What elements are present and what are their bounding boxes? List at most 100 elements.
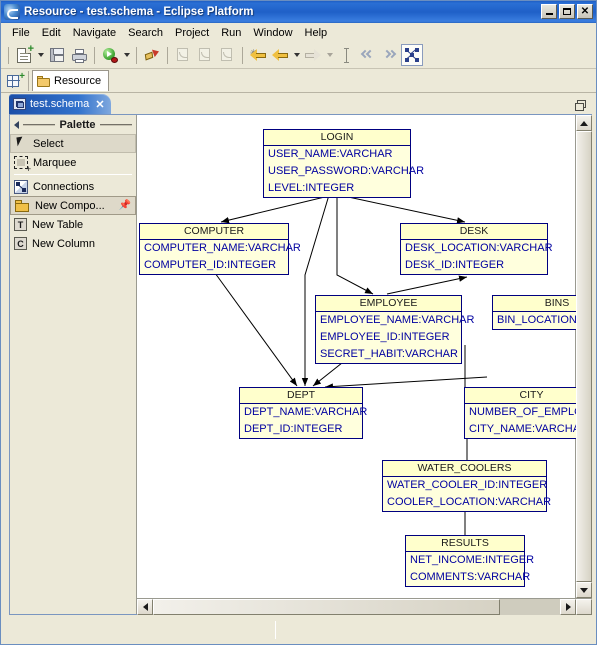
entity-computer[interactable]: COMPUTER COMPUTER_NAME:VARCHAR COMPUTER_… <box>139 223 301 275</box>
forward-dropdown <box>324 44 335 66</box>
next-annotation-icon <box>379 44 401 66</box>
entity-attribute[interactable]: COMPUTER_NAME:VARCHAR <box>140 240 301 257</box>
entity-dept[interactable]: DEPT DEPT_NAME:VARCHAR DEPT_ID:INTEGER <box>239 387 367 439</box>
new-wizard-dropdown[interactable] <box>35 44 46 66</box>
perspective-tab-resource[interactable]: Resource <box>32 70 110 91</box>
entity-login[interactable]: LOGIN USER_NAME:VARCHAR USER_PASSWORD:VA… <box>263 129 424 198</box>
entity-attribute[interactable]: EMPLOYEE_ID:INTEGER <box>316 329 461 346</box>
menu-navigate[interactable]: Navigate <box>67 25 122 41</box>
entity-water-coolers[interactable]: WATER_COOLERS WATER_COOLER_ID:INTEGER CO… <box>382 460 551 512</box>
scroll-down-arrow[interactable] <box>576 582 592 598</box>
layout-graph-icon[interactable] <box>401 44 423 66</box>
print-icon[interactable] <box>68 44 90 66</box>
back-dropdown[interactable] <box>291 44 302 66</box>
menu-search[interactable]: Search <box>122 25 169 41</box>
external-tools-icon[interactable] <box>141 44 163 66</box>
entity-results[interactable]: RESULTS NET_INCOME:INTEGER COMMENTS:VARC… <box>405 535 534 587</box>
entity-title: BINS <box>493 296 576 312</box>
entity-attribute[interactable]: COMMENTS:VARCHAR <box>406 569 530 586</box>
entity-attribute[interactable]: COOLER_LOCATION:VARCHAR <box>383 494 551 511</box>
scroll-left-arrow[interactable] <box>137 599 153 615</box>
palette-item-new-table[interactable]: T New Table <box>10 215 136 234</box>
table-icon: T <box>14 218 27 231</box>
search-last-icon <box>216 44 238 66</box>
close-icon[interactable]: ✕ <box>95 98 104 111</box>
entity-attribute[interactable]: COMPUTER_ID:INTEGER <box>140 257 288 274</box>
diagram-canvas[interactable]: LOGIN USER_NAME:VARCHAR USER_PASSWORD:VA… <box>137 115 576 598</box>
entity-title: COMPUTER <box>140 224 288 240</box>
entity-employee[interactable]: EMPLOYEE EMPLOYEE_NAME:VARCHAR EMPLOYEE_… <box>315 295 474 364</box>
entity-attribute[interactable]: DEPT_ID:INTEGER <box>240 421 362 438</box>
menu-file[interactable]: File <box>6 25 36 41</box>
title-bar: Resource - test.schema - Eclipse Platfor… <box>1 1 596 23</box>
back-icon[interactable] <box>269 44 291 66</box>
search-next-icon <box>194 44 216 66</box>
run-icon[interactable] <box>99 44 121 66</box>
folder-icon <box>37 75 51 87</box>
minimize-button[interactable] <box>541 4 557 19</box>
collapse-arrow-icon[interactable] <box>14 120 19 129</box>
close-button[interactable]: ✕ <box>577 4 593 19</box>
palette-item-new-column[interactable]: C New Column <box>10 234 136 253</box>
entity-attribute[interactable]: EMPLOYEE_NAME:VARCHAR <box>316 312 474 329</box>
back-history-icon[interactable]: ✳ <box>247 44 269 66</box>
entity-attribute[interactable]: USER_NAME:VARCHAR <box>264 146 410 163</box>
run-dropdown[interactable] <box>121 44 132 66</box>
entity-attribute[interactable]: DEPT_NAME:VARCHAR <box>240 404 367 421</box>
perspective-tab-label: Resource <box>54 75 102 87</box>
entity-attribute[interactable]: DESK_LOCATION:VARCHAR <box>401 240 553 257</box>
open-perspective-icon[interactable]: + <box>5 71 25 91</box>
menu-help[interactable]: Help <box>299 25 334 41</box>
palette-item-marquee[interactable]: + Marquee <box>10 153 136 174</box>
save-icon[interactable] <box>46 44 68 66</box>
horizontal-scroll-thumb[interactable] <box>153 599 500 615</box>
search-previous-icon <box>172 44 194 66</box>
entity-attribute[interactable]: NET_INCOME:INTEGER <box>406 552 534 569</box>
editor-tab-row: test.schema ✕ <box>9 94 594 114</box>
vertical-scroll-thumb[interactable] <box>576 131 592 582</box>
palette-item-label: New Column <box>32 237 95 250</box>
entity-attribute[interactable]: WATER_COOLER_ID:INTEGER <box>383 477 547 494</box>
horizontal-scrollbar[interactable] <box>137 598 592 615</box>
entity-attribute[interactable]: SECRET_HABIT:VARCHAR <box>316 346 461 363</box>
editor-area: Palette Select + Marquee Connections New… <box>9 114 592 615</box>
editor-tab-label: test.schema <box>30 98 90 110</box>
entity-bins[interactable]: BINS BIN_LOCATION:INTEGER <box>492 295 576 330</box>
menu-edit[interactable]: Edit <box>36 25 67 41</box>
editor-tab-test-schema[interactable]: test.schema ✕ <box>9 94 111 114</box>
pin-icon[interactable]: 📌 <box>119 201 131 211</box>
entity-city[interactable]: CITY NUMBER_OF_EMPLOYEES:INTEGER CITY_NA… <box>464 387 576 439</box>
eclipse-window: Resource - test.schema - Eclipse Platfor… <box>0 0 597 645</box>
entity-attribute[interactable]: BIN_LOCATION:INTEGER <box>493 312 576 329</box>
entity-desk[interactable]: DESK DESK_LOCATION:VARCHAR DESK_ID:INTEG… <box>400 223 553 275</box>
entity-attribute[interactable]: DESK_ID:INTEGER <box>401 257 547 274</box>
entity-attribute[interactable]: NUMBER_OF_EMPLOYEES:INTEGER <box>465 404 576 421</box>
palette-item-label: Marquee <box>33 156 77 169</box>
scroll-up-arrow[interactable] <box>576 115 592 131</box>
menu-run[interactable]: Run <box>215 25 247 41</box>
status-separator <box>275 621 276 639</box>
maximize-button[interactable] <box>559 4 575 19</box>
diagram-canvas-viewport[interactable]: LOGIN USER_NAME:VARCHAR USER_PASSWORD:VA… <box>137 115 592 614</box>
palette-item-select[interactable]: Select <box>10 134 136 153</box>
entity-attribute[interactable]: LEVEL:INTEGER <box>264 180 410 197</box>
menu-project[interactable]: Project <box>169 25 215 41</box>
palette-header: Palette <box>10 115 136 134</box>
palette-item-connections[interactable]: Connections <box>10 177 136 196</box>
restore-editor-icon[interactable] <box>572 95 590 112</box>
vertical-scrollbar[interactable] <box>575 115 592 614</box>
toolbar-separator <box>94 46 95 64</box>
new-wizard-icon[interactable] <box>13 44 35 66</box>
entity-title: LOGIN <box>264 130 410 146</box>
column-icon: C <box>14 237 27 250</box>
menu-bar: File Edit Navigate Search Project Run Wi… <box>1 23 596 42</box>
menu-window[interactable]: Window <box>247 25 298 41</box>
scroll-right-arrow[interactable] <box>560 599 576 615</box>
forward-icon <box>302 44 324 66</box>
palette-item-new-components[interactable]: New Compo... 📌 <box>10 196 136 215</box>
toolbar-separator <box>167 46 168 64</box>
toolbar-separator <box>242 46 243 64</box>
entity-attribute[interactable]: USER_PASSWORD:VARCHAR <box>264 163 424 180</box>
entity-title: CITY <box>465 388 576 404</box>
entity-attribute[interactable]: CITY_NAME:VARCHAR <box>465 421 576 438</box>
